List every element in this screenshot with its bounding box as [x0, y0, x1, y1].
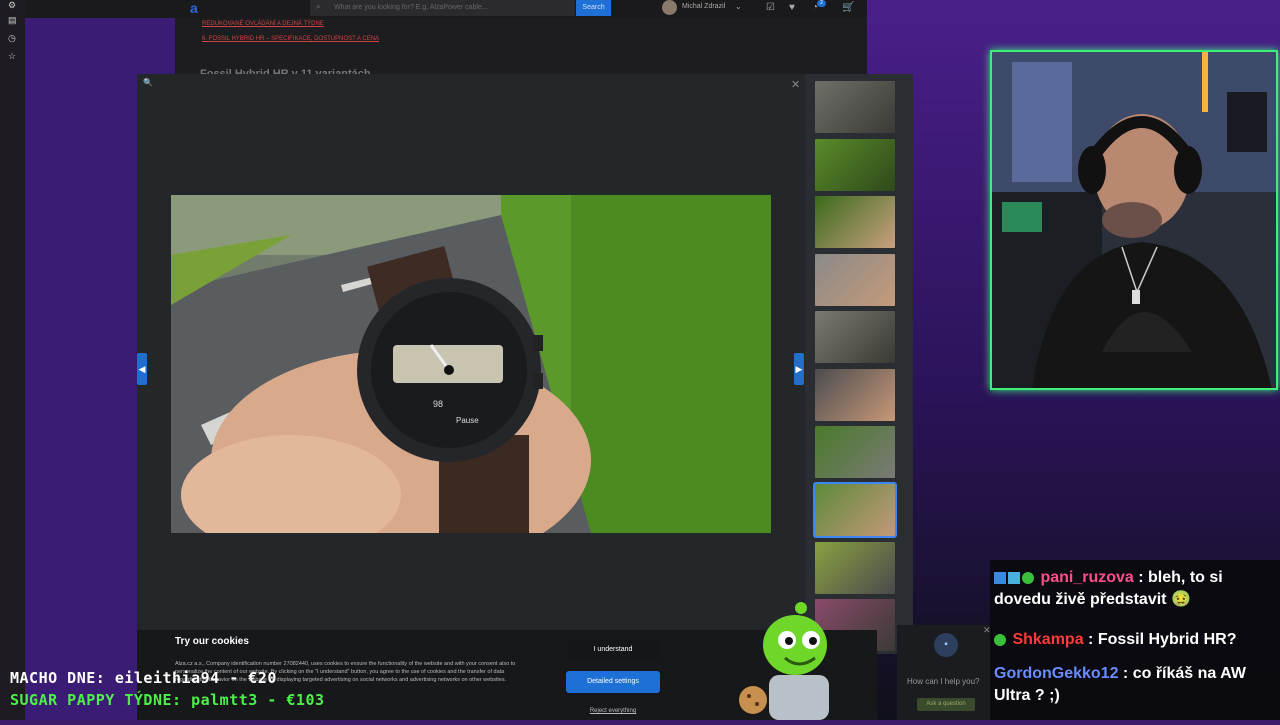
chat-bubble-icon[interactable]: ▪ — [934, 633, 958, 657]
chevron-down-icon[interactable]: ⌄ — [735, 2, 742, 11]
clock-icon[interactable]: ◷ — [8, 33, 16, 44]
chat-message: pani_ruzova : bleh, to si dovedu živě př… — [994, 567, 1274, 611]
search-button[interactable]: Search — [576, 0, 611, 16]
zoom-icon[interactable]: 🔍 — [143, 78, 153, 87]
svg-text:98: 98 — [433, 399, 443, 409]
moderator-badge-icon — [1022, 571, 1034, 584]
understand-button[interactable]: I understand — [567, 640, 659, 660]
cookie-title: Try our cookies — [175, 636, 249, 647]
heart-icon[interactable]: ♥ — [789, 2, 795, 13]
close-icon[interactable]: ✕ — [791, 78, 800, 91]
chat-username[interactable]: pani_ruzova — [1040, 569, 1133, 586]
settings-icon[interactable]: ⚙ — [8, 0, 16, 11]
alza-logo[interactable]: a — [190, 0, 198, 16]
svg-text:Pause: Pause — [456, 416, 479, 425]
thumbnail[interactable] — [815, 369, 895, 421]
webcam-feed — [990, 50, 1278, 390]
cart-count-badge: 2 — [817, 0, 826, 7]
user-name[interactable]: Michal Zdrazil — [682, 3, 725, 10]
search-input[interactable]: What are you looking for? E.g. AlzaPower… — [310, 0, 575, 16]
thumbnail[interactable] — [815, 196, 895, 248]
browser-sidebar — [0, 0, 25, 720]
chat-username[interactable]: GordonGekko12 — [994, 665, 1118, 682]
thumbnail-selected[interactable] — [813, 482, 897, 538]
previous-image-button[interactable]: ◀ — [137, 353, 147, 385]
chat-message: Shkampa : Fossil Hybrid HR? — [994, 629, 1274, 651]
search-icon: ⌕ — [316, 2, 321, 11]
thumbnail[interactable] — [815, 542, 895, 594]
chat-help-text: How can I help you? — [907, 677, 980, 686]
moderator-badge-icon — [994, 633, 1006, 646]
top-donor-day: MACHO DNE: eileithia94 - €20 — [10, 669, 277, 687]
chat-text: : Fossil Hybrid HR? — [1083, 631, 1237, 648]
thumbnail[interactable] — [815, 426, 895, 478]
avatar[interactable] — [662, 0, 677, 15]
next-image-button[interactable]: ▶ — [794, 353, 804, 385]
thumbnail[interactable] — [815, 81, 895, 133]
cube-badge-icon — [1008, 571, 1020, 584]
chat-username[interactable]: Shkampa — [1012, 631, 1083, 648]
main-product-photo: 98 Pause — [171, 195, 771, 533]
toc-link[interactable]: REDUKOVANÉ OVLÁDÁNÍ A DEJNÁ TÝDNE — [202, 21, 324, 27]
hammer-badge-icon — [994, 571, 1006, 584]
checklist-icon[interactable]: ☑ — [766, 2, 775, 13]
ask-question-button[interactable]: Ask a question — [917, 698, 975, 711]
chat-message: GordonGekko12 : co říkáš na AW Ultra ? ;… — [994, 663, 1276, 707]
toc-link[interactable]: 6. FOSSIL HYBRID HR – SPECIFIKACE, DOSTU… — [202, 36, 379, 42]
thumbnail[interactable] — [815, 139, 895, 191]
cart-icon[interactable]: 🛒 — [842, 2, 854, 13]
thumbnail[interactable] — [815, 311, 895, 363]
top-donor-week: SUGAR PAPPY TÝDNE: palmtt3 - €103 — [10, 691, 325, 709]
reject-everything-link[interactable]: Reject everything — [567, 708, 659, 714]
detailed-settings-button[interactable]: Detailed settings — [566, 671, 660, 693]
alza-mascot — [735, 600, 845, 720]
document-icon[interactable]: ▤ — [8, 15, 17, 26]
thumbnail[interactable] — [815, 254, 895, 306]
star-icon[interactable]: ☆ — [8, 51, 16, 62]
